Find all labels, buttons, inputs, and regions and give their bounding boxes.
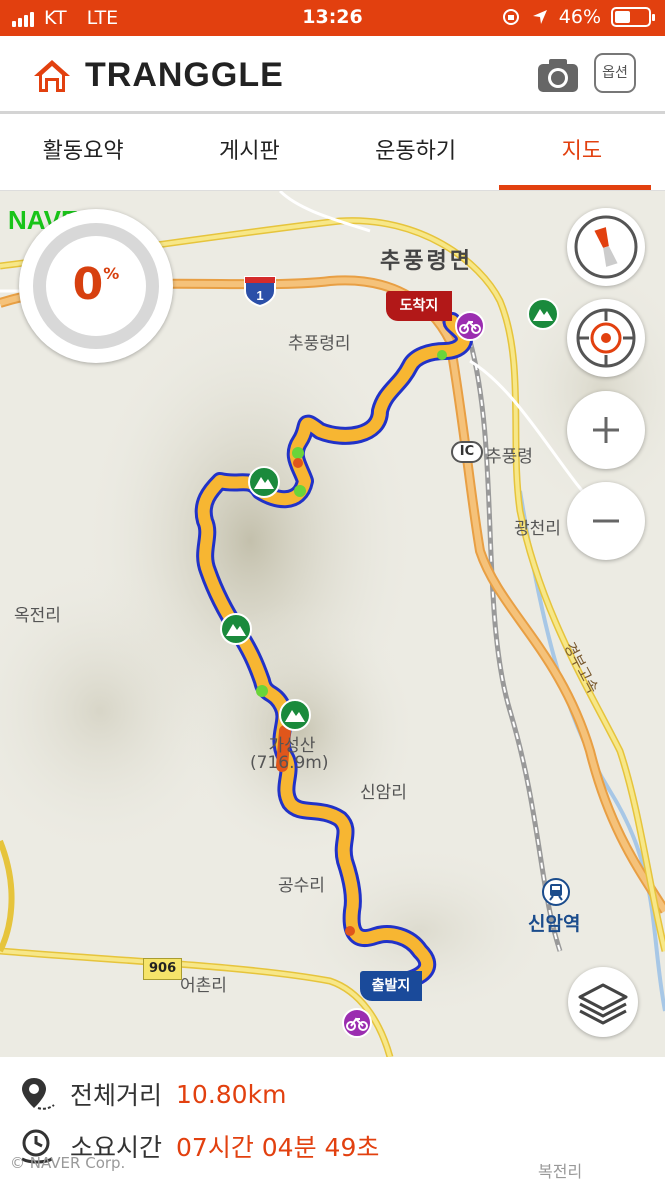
map-label-village: 공수리 (278, 876, 325, 896)
tab-activity-summary[interactable]: 활동요약 (0, 114, 166, 190)
map-label-village: 복전리 (538, 1162, 583, 1181)
app-logo: TRANGGLE (85, 56, 284, 94)
mountain-icon[interactable] (279, 699, 311, 731)
map-label-village: 광천리 (514, 519, 561, 539)
camera-icon[interactable] (536, 56, 580, 94)
mountain-icon[interactable] (220, 613, 252, 645)
gps-target-icon (576, 308, 636, 368)
map-label-village: 신암리 (360, 783, 407, 803)
battery-percent: 46% (558, 6, 601, 28)
progress-indicator: 0% (19, 209, 173, 363)
app-header: TRANGGLE 옵션 (0, 36, 665, 114)
bicycle-icon[interactable] (342, 1008, 372, 1038)
compass-icon (574, 215, 638, 279)
zoom-in-button[interactable] (567, 391, 645, 469)
layers-button[interactable] (568, 967, 638, 1037)
zoom-out-icon (593, 519, 619, 523)
map-label-station: 신암역 (528, 913, 581, 935)
compass-button[interactable] (567, 208, 645, 286)
bicycle-icon[interactable] (455, 311, 485, 341)
time-value: 07시간 04분 49초 (176, 1133, 380, 1162)
national-route-shield: 1 (244, 276, 276, 307)
battery-icon (611, 7, 655, 27)
home-icon[interactable] (32, 58, 72, 94)
progress-unit: % (103, 264, 120, 283)
map-label-ic: 추풍령 (486, 447, 533, 467)
mountain-icon[interactable] (248, 466, 280, 498)
current-location-button[interactable] (567, 299, 645, 377)
mountain-icon[interactable] (527, 298, 559, 330)
tab-board[interactable]: 게시판 (166, 114, 332, 190)
progress-value: 0 (72, 259, 104, 310)
tab-exercise[interactable]: 운동하기 (333, 114, 499, 190)
zoom-in-icon (593, 417, 619, 443)
distance-value: 10.80km (176, 1079, 287, 1109)
distance-pin-icon (22, 1078, 55, 1110)
distance-row: 전체거리 10.80km (18, 1075, 286, 1113)
location-arrow-icon (532, 10, 547, 24)
rotation-lock-icon (502, 9, 519, 25)
zoom-out-button[interactable] (567, 482, 645, 560)
local-route-shield: 906 (143, 958, 183, 980)
map-label-town: 추풍령면 (380, 249, 473, 274)
map-label-village: 추풍령리 (288, 334, 351, 354)
map-label-mountain-height: (716.9m) (250, 753, 329, 773)
map-label-village: 옥전리 (14, 606, 61, 626)
distance-label: 전체거리 (70, 1081, 163, 1110)
ic-badge: IC (451, 441, 483, 463)
map-label-village: 어촌리 (180, 976, 227, 996)
national-route-number: 1 (256, 288, 263, 303)
train-station-icon (542, 878, 570, 906)
options-button[interactable]: 옵션 (594, 53, 636, 93)
map-view[interactable]: NAVER 추풍령면 추풍령리 추풍령 광천리 옥전리 가성산 (716.9m)… (0, 191, 665, 1057)
status-bar: KT LTE 13:26 46% (0, 0, 665, 36)
layers-icon (578, 983, 628, 1025)
tab-bar: 활동요약 게시판 운동하기 지도 (0, 114, 665, 191)
end-flag[interactable]: 도착지 (386, 291, 452, 321)
copyright: © NAVER Corp. (10, 1154, 126, 1172)
tab-map[interactable]: 지도 (498, 114, 665, 190)
start-flag[interactable]: 출발지 (360, 971, 422, 1001)
